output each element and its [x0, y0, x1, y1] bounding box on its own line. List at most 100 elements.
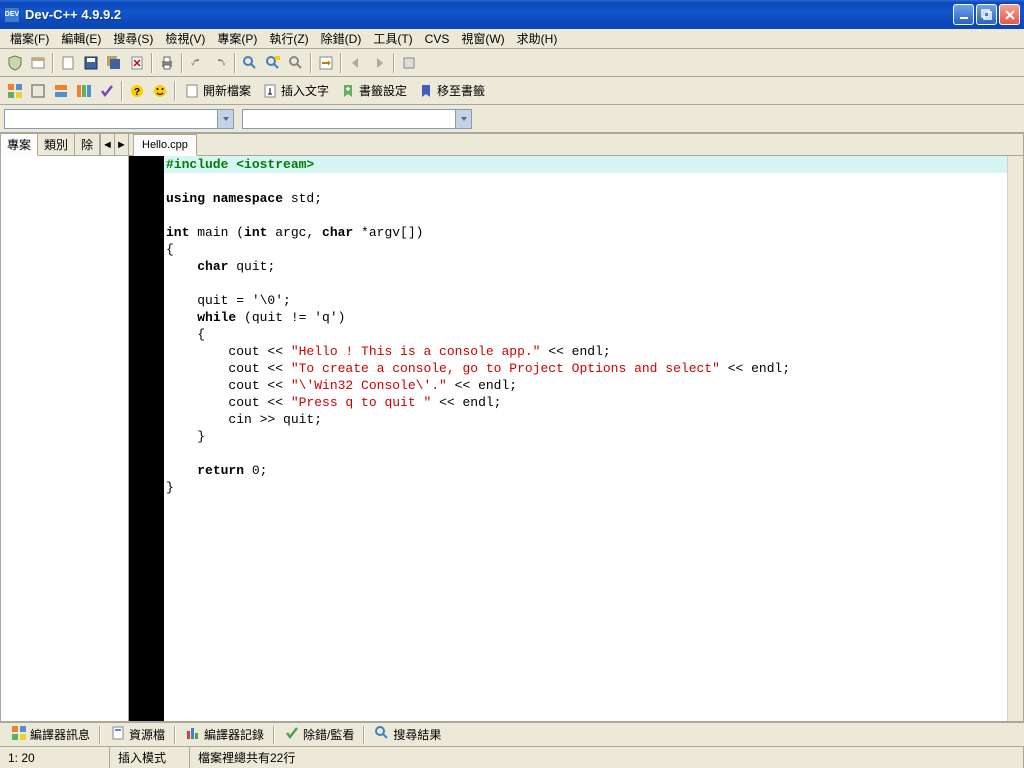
code-line[interactable] — [164, 173, 1007, 190]
code-line[interactable]: cout << "\'Win32 Console\'." << endl; — [164, 377, 1007, 394]
separator — [121, 81, 123, 101]
new-file-button[interactable]: 開新檔案 — [179, 80, 256, 102]
goto-line-icon[interactable] — [315, 52, 337, 74]
tile-vert-icon[interactable] — [73, 80, 95, 102]
new-file-icon[interactable] — [57, 52, 79, 74]
menu-item[interactable]: 檔案(F) — [4, 28, 55, 49]
code-line[interactable]: using namespace std; — [164, 190, 1007, 207]
code-line[interactable]: cin >> quit; — [164, 411, 1007, 428]
sidebar-tab-label: 類別 — [44, 136, 68, 153]
class-combo[interactable] — [4, 109, 234, 129]
close-file-icon[interactable] — [126, 52, 148, 74]
code-line[interactable]: cout << "Hello ! This is a console app."… — [164, 343, 1007, 360]
about-icon[interactable] — [149, 80, 171, 102]
code-line[interactable]: } — [164, 428, 1007, 445]
close-button[interactable] — [999, 4, 1020, 25]
code-line[interactable]: #include <iostream> — [164, 156, 1007, 173]
chevron-left-icon[interactable]: ◄ — [100, 134, 114, 155]
code-line[interactable] — [164, 445, 1007, 462]
maximize-button[interactable] — [976, 4, 997, 25]
bookmark-go-icon — [418, 83, 434, 99]
menu-item[interactable]: 專案(P) — [211, 28, 263, 49]
code-line[interactable] — [164, 275, 1007, 292]
sidebar-tab-debug[interactable]: 除 — [75, 134, 100, 155]
bottom-tab[interactable]: 編譯器訊息 — [4, 722, 97, 747]
replace-icon[interactable] — [262, 52, 284, 74]
help-icon[interactable]: ? — [126, 80, 148, 102]
editor-tab-hello[interactable]: Hello.cpp — [133, 134, 197, 156]
code-line[interactable]: char quit; — [164, 258, 1007, 275]
menu-item[interactable]: 執行(Z) — [263, 28, 314, 49]
toolbar-secondary: ? 開新檔案 插入文字 書籤設定 移至書籤 — [0, 77, 1024, 105]
redo-icon[interactable] — [209, 52, 231, 74]
menu-item[interactable]: 工具(T) — [367, 28, 418, 49]
bottom-tab-label: 搜尋結果 — [393, 726, 441, 743]
bookmark-set-button[interactable]: 書籤設定 — [335, 80, 412, 102]
compile-icon[interactable] — [398, 52, 420, 74]
menu-item[interactable]: 搜尋(S) — [107, 28, 159, 49]
menu-item[interactable]: 視窗(W) — [455, 28, 510, 49]
code-line[interactable]: while (quit != 'q') — [164, 309, 1007, 326]
menu-item[interactable]: 檢視(V) — [159, 28, 211, 49]
function-combo-input[interactable] — [243, 110, 455, 128]
find-next-icon[interactable] — [285, 52, 307, 74]
code-line[interactable]: int main (int argc, char *argv[]) — [164, 224, 1007, 241]
undo-icon[interactable] — [186, 52, 208, 74]
find-icon[interactable] — [239, 52, 261, 74]
code-line[interactable]: quit = '\0'; — [164, 292, 1007, 309]
window-split-icon[interactable] — [4, 80, 26, 102]
chevron-down-icon[interactable] — [217, 110, 233, 128]
bottom-tab[interactable]: 資源檔 — [103, 722, 172, 747]
code-line[interactable]: { — [164, 241, 1007, 258]
bookmark-set-label: 書籤設定 — [359, 82, 407, 99]
menu-item[interactable]: 編輯(E) — [55, 28, 107, 49]
chevron-down-icon[interactable] — [455, 110, 471, 128]
bottom-tab[interactable]: 除錯/監看 — [277, 722, 361, 747]
save-all-icon[interactable] — [103, 52, 125, 74]
tile-horiz-icon[interactable] — [50, 80, 72, 102]
bottom-panel-tabs: 編譯器訊息資源檔 編譯器記錄除錯/監看 搜尋結果 — [0, 722, 1024, 746]
check-icon[interactable] — [96, 80, 118, 102]
minimize-button[interactable] — [953, 4, 974, 25]
separator — [310, 53, 312, 73]
separator — [340, 53, 342, 73]
sidebar-tab-project[interactable]: 專案 — [1, 134, 38, 156]
function-combo[interactable] — [242, 109, 472, 129]
print-icon[interactable] — [156, 52, 178, 74]
sidebar-body[interactable] — [1, 156, 128, 721]
nav-forward-icon[interactable] — [368, 52, 390, 74]
scrollbar-vertical[interactable] — [1007, 156, 1023, 721]
insert-text-button[interactable]: 插入文字 — [257, 80, 334, 102]
bottom-tab[interactable]: 搜尋結果 — [367, 722, 448, 747]
editor-area: Hello.cpp #include <iostream> using name… — [129, 133, 1024, 722]
code-line[interactable] — [164, 207, 1007, 224]
class-combo-input[interactable] — [5, 110, 217, 128]
tab-icon — [11, 725, 27, 744]
sidebar-tab-label: 專案 — [7, 136, 31, 153]
code-line[interactable]: } — [164, 479, 1007, 496]
menu-item[interactable]: CVS — [419, 30, 456, 48]
editor-body: #include <iostream> using namespace std;… — [129, 156, 1023, 721]
chevron-right-icon[interactable]: ► — [114, 134, 128, 155]
code-editor[interactable]: #include <iostream> using namespace std;… — [164, 156, 1007, 721]
code-line[interactable]: { — [164, 326, 1007, 343]
bookmark-go-button[interactable]: 移至書籤 — [413, 80, 490, 102]
code-line[interactable]: cout << "To create a console, go to Proj… — [164, 360, 1007, 377]
save-icon[interactable] — [80, 52, 102, 74]
separator — [393, 53, 395, 73]
bookmark-icon — [340, 83, 356, 99]
sidebar-tab-class[interactable]: 類別 — [38, 134, 75, 155]
main-area: 專案 類別 除 ◄ ► Hello.cpp #include <iostream… — [0, 133, 1024, 722]
code-line[interactable]: cout << "Press q to quit " << endl; — [164, 394, 1007, 411]
menu-item[interactable]: 除錯(D) — [315, 28, 368, 49]
bottom-tab[interactable]: 編譯器記錄 — [178, 722, 271, 747]
bottom-tab-label: 編譯器記錄 — [204, 726, 264, 743]
code-line[interactable]: return 0; — [164, 462, 1007, 479]
file-icon — [184, 83, 200, 99]
fullscreen-icon[interactable] — [27, 80, 49, 102]
shield-icon[interactable] — [4, 52, 26, 74]
menu-item[interactable]: 求助(H) — [511, 28, 564, 49]
project-icon[interactable] — [27, 52, 49, 74]
editor-gutter[interactable] — [129, 156, 164, 721]
nav-back-icon[interactable] — [345, 52, 367, 74]
